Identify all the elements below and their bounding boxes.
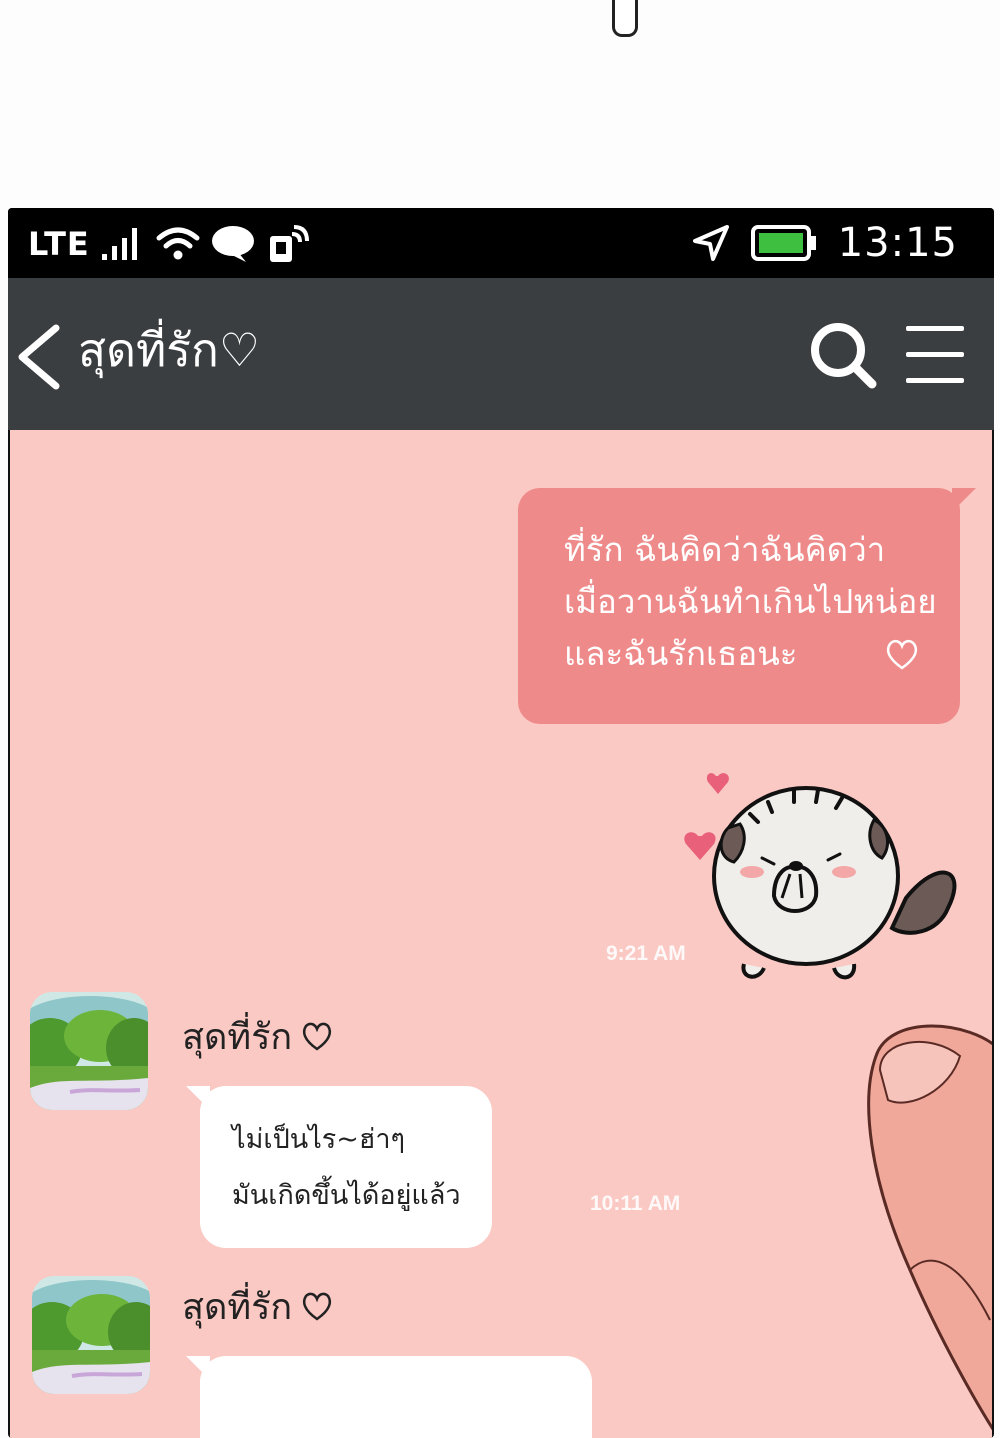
menu-icon[interactable] [904,322,966,386]
outgoing-message-bubble[interactable]: ที่รัก ฉันคิดว่าฉันคิดว่า เมื่อวานฉันทำเ… [518,488,976,724]
message-line: มันเกิดขึ้นได้อยู่แล้ว [232,1180,461,1211]
finger-image [867,1024,992,1431]
status-right: 13:15 [692,220,958,266]
chat-title: สุดที่รัก♡ [78,323,261,377]
message-line: ไม่เป็นไร~ฮ่าๆ [232,1124,406,1155]
incoming-message-bubble-partial[interactable] [186,1356,592,1438]
signal-icon [101,228,137,260]
message-line: และฉันรักเธอนะ [564,634,798,673]
location-icon [692,225,729,261]
wifi-icon [156,227,200,260]
search-icon[interactable] [808,320,878,390]
clock: 13:15 [837,220,958,266]
chat-area[interactable]: ที่รัก ฉันคิดว่าฉันคิดว่า เมื่อวานฉันทำเ… [10,430,992,1438]
incoming-message-bubble[interactable]: ไม่เป็นไร~ฮ่าๆ มันเกิดขึ้นได้อยู่แล้ว [186,1086,492,1248]
heart-icon [886,639,918,670]
heart-icon [303,1292,332,1321]
sketch-fragment [612,0,638,37]
status-left: LTE [28,224,310,264]
notification-icon [269,225,309,262]
status-bar: LTE 13:15 [8,208,994,278]
message-time: 9:21 AM [606,942,686,965]
sender-name-text: สุดที่รัก [182,1287,293,1328]
network-type: LTE [28,225,90,263]
message-time: 10:11 AM [590,1192,681,1215]
message-line: เมื่อวานฉันทำเกินไปหน่อย [564,582,937,621]
phone-screen: LTE 13:15 สุดที่รัก♡ ที่รัก ฉันคิดว่าฉัน… [8,208,994,1438]
heart-icon [303,1022,332,1051]
message-line: ที่รัก ฉันคิดว่าฉันคิดว่า [564,530,886,569]
avatar[interactable] [32,1276,150,1394]
sender-name: สุดที่รัก [182,1008,334,1065]
avatar[interactable] [30,992,148,1110]
chat-header: สุดที่รัก♡ [8,278,994,430]
sender-name-text: สุดที่รัก [182,1017,293,1058]
battery-icon [750,225,816,261]
back-arrow-icon[interactable] [10,322,66,392]
sticker-image[interactable] [678,768,968,983]
chat-icon [211,226,254,262]
sender-name: สุดที่รัก [182,1278,334,1335]
